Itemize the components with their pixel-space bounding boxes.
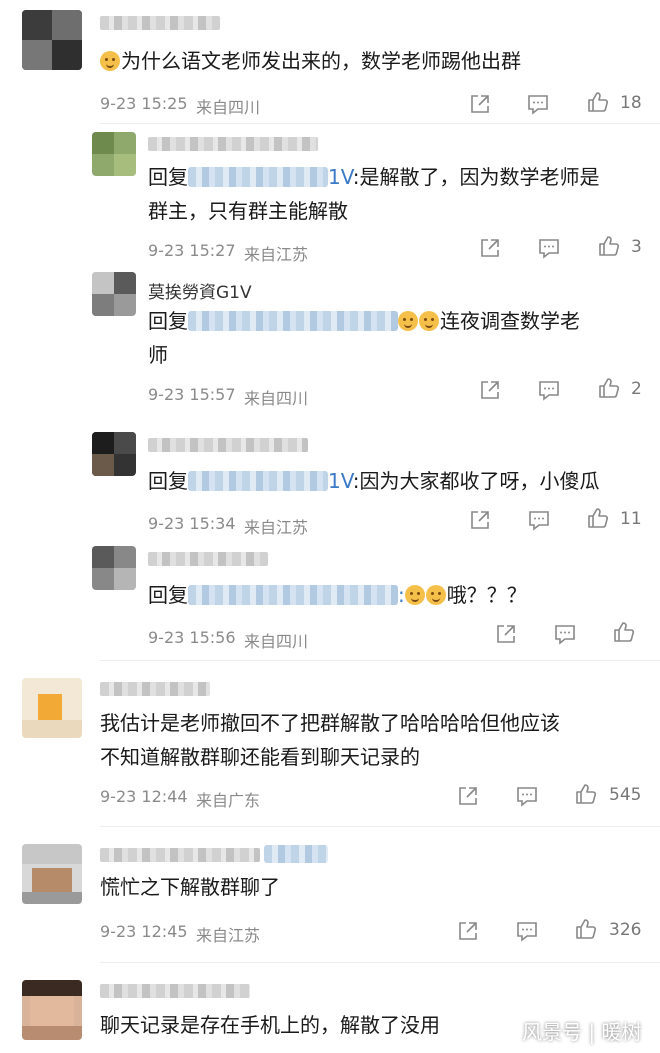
like-icon[interactable] xyxy=(597,376,621,400)
comment-text: 聊天记录是存在手机上的，解散了没用 xyxy=(100,1013,440,1037)
comment-icon[interactable] xyxy=(526,92,550,116)
share-icon[interactable] xyxy=(478,236,502,260)
comment-location: 来自四川 xyxy=(196,98,261,117)
comment-location: 来自江苏 xyxy=(244,518,309,537)
doge-emoji-icon xyxy=(398,311,418,331)
share-icon[interactable] xyxy=(478,378,502,402)
avatar[interactable] xyxy=(92,432,136,476)
comment-location: 来自四川 xyxy=(244,632,309,651)
comment-icon[interactable] xyxy=(537,378,561,402)
comment-time: 9-23 15:25 xyxy=(100,94,188,113)
share-icon[interactable] xyxy=(494,622,518,646)
comment-location: 来自广东 xyxy=(196,791,261,810)
reply-text: 回复 1V:因为大家都收了呀，小傻瓜 xyxy=(148,469,600,493)
comment-time: 9-23 15:27 xyxy=(148,241,236,260)
share-icon[interactable] xyxy=(468,508,492,532)
doge-emoji-icon xyxy=(419,311,439,331)
like-icon[interactable] xyxy=(574,782,598,806)
username-blurred[interactable] xyxy=(148,137,318,151)
divider xyxy=(100,962,660,963)
username-blurred[interactable] xyxy=(148,552,268,566)
avatar[interactable] xyxy=(22,980,82,1040)
like-count: 326 xyxy=(609,920,642,940)
comment-icon[interactable] xyxy=(527,508,551,532)
like-count: 11 xyxy=(620,509,642,529)
share-icon[interactable] xyxy=(468,92,492,116)
doge-emoji-icon xyxy=(404,585,425,605)
like-count: 2 xyxy=(631,379,642,399)
username-blurred[interactable] xyxy=(148,438,308,452)
comment-location: 来自四川 xyxy=(244,389,309,408)
username-blurred[interactable] xyxy=(100,16,220,30)
username[interactable]: 莫挨勞資G1V xyxy=(148,278,252,303)
like-count: 545 xyxy=(609,785,642,805)
avatar[interactable] xyxy=(92,546,136,590)
comment-time: 9-23 15:56 xyxy=(148,628,236,647)
comment-icon[interactable] xyxy=(553,622,577,646)
doge-emoji-icon xyxy=(100,51,120,71)
like-count: 18 xyxy=(620,93,642,113)
avatar[interactable] xyxy=(22,10,82,70)
avatar[interactable] xyxy=(92,132,136,176)
avatar[interactable] xyxy=(22,678,82,738)
comment-time: 9-23 15:34 xyxy=(148,514,236,533)
username-blurred[interactable] xyxy=(100,682,210,696)
comment-location: 来自江苏 xyxy=(196,926,261,945)
comment-time: 9-23 12:44 xyxy=(100,787,188,806)
avatar[interactable] xyxy=(92,272,136,316)
like-icon[interactable] xyxy=(586,90,610,114)
avatar[interactable] xyxy=(22,844,82,904)
like-icon[interactable] xyxy=(574,917,598,941)
comment-location: 来自江苏 xyxy=(244,245,309,264)
mention-blurred[interactable] xyxy=(188,167,328,187)
username-blurred[interactable] xyxy=(100,848,260,862)
reply-text: 回复: 哦？？？ xyxy=(148,583,527,607)
mention-blurred[interactable] xyxy=(188,585,398,605)
like-count: 3 xyxy=(631,237,642,257)
comment-time: 9-23 12:45 xyxy=(100,922,188,941)
comment-icon[interactable] xyxy=(515,919,539,943)
divider xyxy=(100,660,660,661)
like-icon[interactable] xyxy=(597,234,621,258)
username-blurred[interactable] xyxy=(100,984,250,998)
badge-blurred xyxy=(264,845,328,863)
comment-text: 我估计是老师撤回不了把群解散了哈哈哈哈但他应该 不知道解散群聊还能看到聊天记录的 xyxy=(100,711,560,769)
comment-time: 9-23 15:57 xyxy=(148,385,236,404)
comment-text: 慌忙之下解散群聊了 xyxy=(100,875,280,899)
doge-emoji-icon xyxy=(425,585,446,605)
like-icon[interactable] xyxy=(586,506,610,530)
reply-text: 回复 连夜调查数学老 师 xyxy=(148,309,580,367)
comment-icon[interactable] xyxy=(515,784,539,808)
reply-text: 回复 1V:是解散了，因为数学老师是 群主，只有群主能解散 xyxy=(148,165,600,223)
divider xyxy=(100,826,660,827)
comment-icon[interactable] xyxy=(537,236,561,260)
comment-text: 为什么语文老师发出来的，数学老师踢他出群 xyxy=(100,44,640,78)
share-icon[interactable] xyxy=(456,784,480,808)
like-icon[interactable] xyxy=(612,620,636,644)
mention-blurred[interactable] xyxy=(188,311,398,331)
share-icon[interactable] xyxy=(456,919,480,943)
divider xyxy=(100,123,660,124)
watermark: 风景号 | 暖树 xyxy=(522,1020,642,1044)
mention-blurred[interactable] xyxy=(188,471,328,491)
